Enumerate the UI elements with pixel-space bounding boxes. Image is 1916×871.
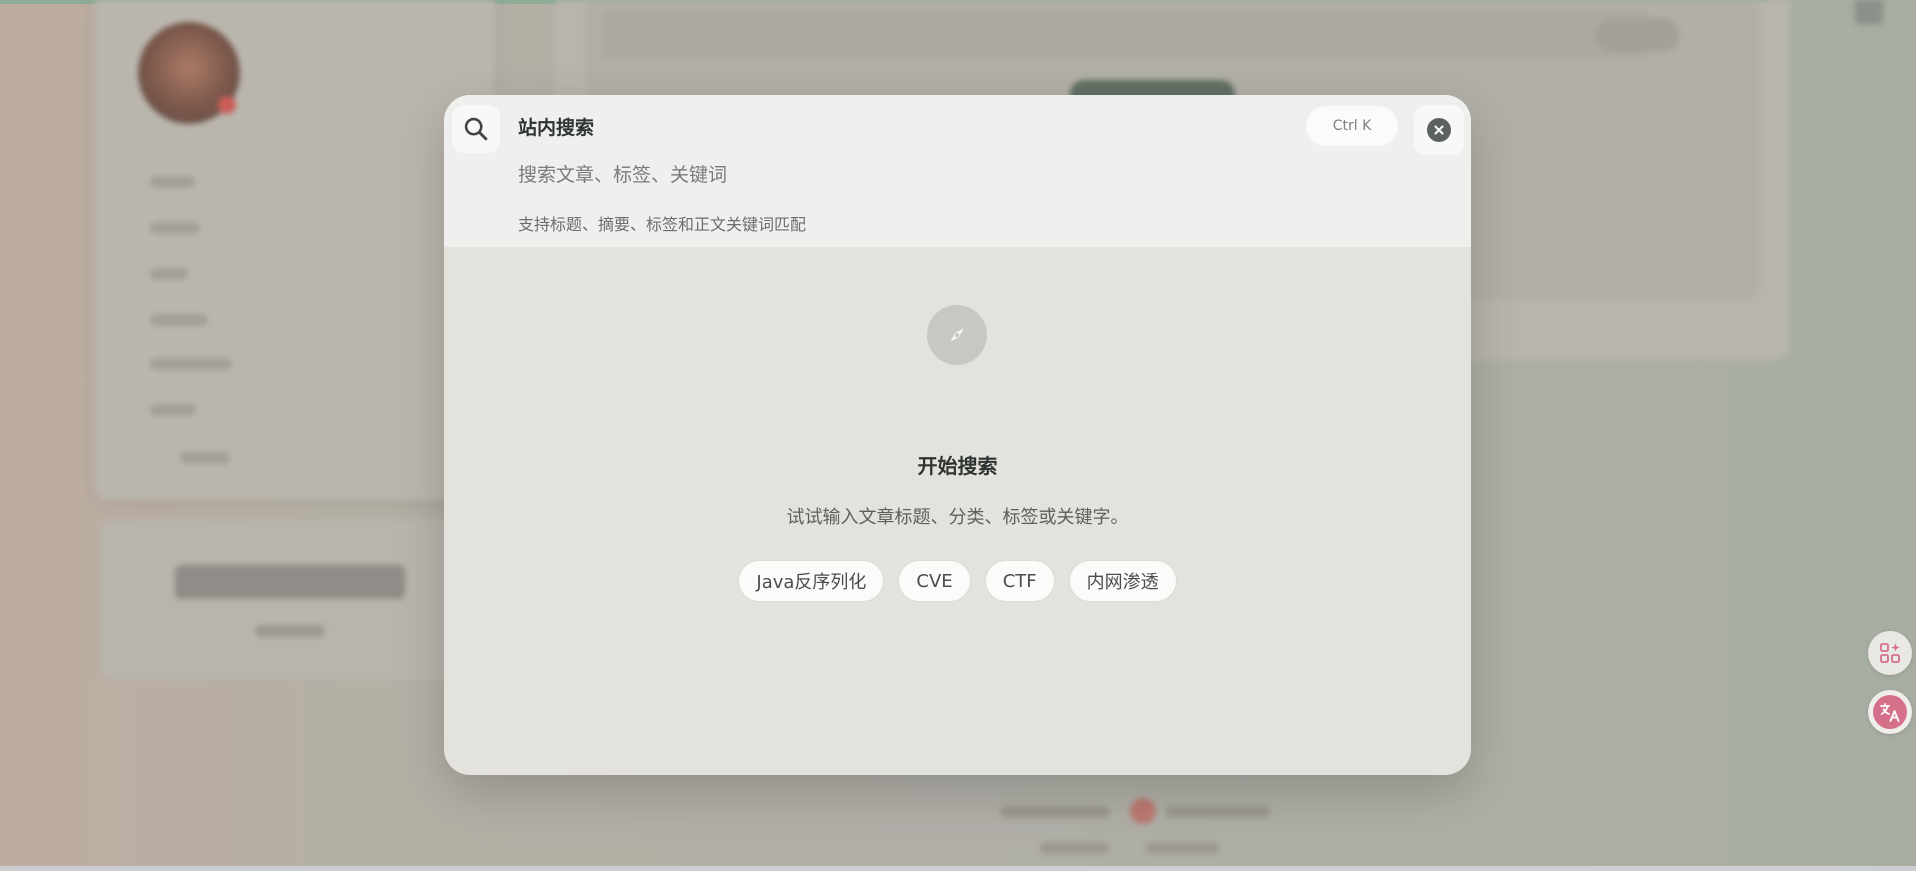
- search-modal: 站内搜索 支持标题、摘要、标签和正文关键词匹配 Ctrl K 开始搜索 试试输入…: [444, 95, 1471, 775]
- suggestion-chip-intranet-pentest[interactable]: 内网渗透: [1068, 560, 1177, 602]
- close-icon-circle: [1427, 118, 1451, 142]
- translate-icon: [1880, 703, 1900, 722]
- close-icon: [1434, 125, 1444, 135]
- suggestion-chip-cve[interactable]: CVE: [898, 560, 971, 602]
- search-modal-title: 站内搜索: [518, 117, 595, 139]
- translate-button[interactable]: [1868, 690, 1912, 734]
- search-hint: 支持标题、摘要、标签和正文关键词匹配: [518, 215, 807, 234]
- compass-icon-circle: [927, 305, 987, 365]
- keyboard-shortcut-badge: Ctrl K: [1306, 106, 1398, 146]
- suggestion-chips: Java反序列化 CVE CTF 内网渗透: [444, 560, 1471, 602]
- suggestion-chip-java-deserialization[interactable]: Java反序列化: [738, 560, 885, 602]
- search-icon: [464, 117, 488, 141]
- empty-state-title: 开始搜索: [917, 454, 998, 478]
- apps-button[interactable]: [1868, 631, 1912, 675]
- translate-icon-badge: [1873, 695, 1907, 729]
- search-icon-box: [452, 105, 500, 153]
- search-input[interactable]: [516, 159, 1240, 191]
- close-button[interactable]: [1414, 105, 1464, 155]
- apps-sparkle-icon: [1880, 643, 1900, 663]
- search-modal-header: 站内搜索 支持标题、摘要、标签和正文关键词匹配 Ctrl K: [444, 95, 1471, 247]
- empty-state-description: 试试输入文章标题、分类、标签或关键字。: [786, 507, 1129, 528]
- suggestion-chip-ctf[interactable]: CTF: [984, 560, 1055, 602]
- compass-icon: [950, 328, 964, 342]
